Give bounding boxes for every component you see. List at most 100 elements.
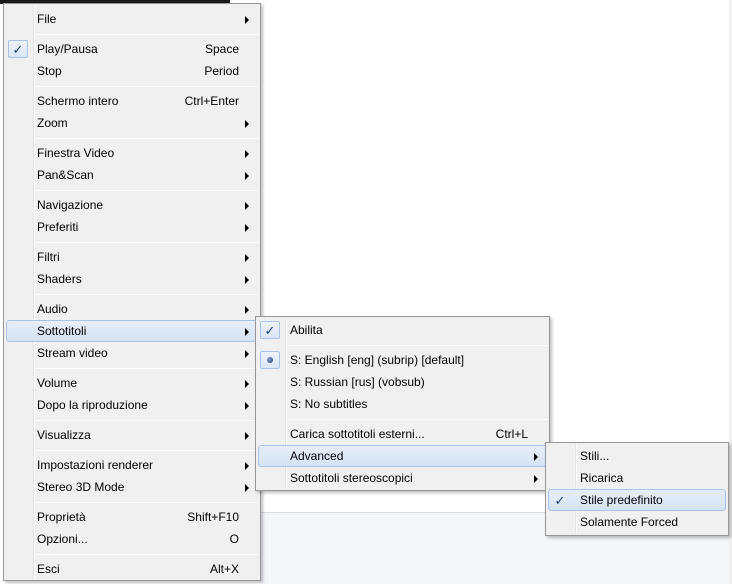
submenu-arrow-icon	[245, 462, 249, 470]
menu-separator	[34, 502, 258, 503]
menu-item-options[interactable]: Opzioni... O	[6, 528, 258, 550]
menu-item-label: Stream video	[37, 346, 108, 360]
advanced-submenu: Stili... Ricarica ✓ Stile predefinito So…	[545, 442, 729, 536]
menu-separator	[34, 86, 258, 87]
submenu-arrow-icon	[245, 432, 249, 440]
menu-item-label: Stili...	[580, 449, 610, 463]
menu-item-reload[interactable]: Ricarica	[548, 467, 726, 489]
menu-item-default-style[interactable]: ✓ Stile predefinito	[548, 489, 726, 511]
menu-item-stereoscopic-subtitles[interactable]: Sottotitoli stereoscopici	[258, 467, 547, 489]
radio-dot-icon	[260, 351, 280, 369]
menu-item-navigation[interactable]: Navigazione	[6, 194, 258, 216]
menu-separator	[34, 368, 258, 369]
menu-item-after-playback[interactable]: Dopo la riproduzione	[6, 394, 258, 416]
menu-item-stop[interactable]: Stop Period	[6, 60, 258, 82]
menu-item-play-pause[interactable]: ✓ Play/Pausa Space	[6, 38, 258, 60]
menu-item-exit[interactable]: Esci Alt+X	[6, 558, 258, 580]
menu-item-label: Solamente Forced	[580, 515, 679, 529]
menu-separator	[34, 34, 258, 35]
menu-item-video-window[interactable]: Finestra Video	[6, 142, 258, 164]
menu-item-shortcut: Ctrl+Enter	[184, 94, 239, 108]
menu-item-label: Zoom	[37, 116, 68, 130]
menu-separator	[34, 190, 258, 191]
menu-item-label: File	[37, 12, 57, 26]
menu-item-label: Navigazione	[37, 198, 104, 212]
menu-item-label: S: Russian [rus] (vobsub)	[290, 375, 425, 389]
menu-item-enable-subtitles[interactable]: ✓ Abilita	[258, 319, 547, 341]
menu-item-load-external-subtitles[interactable]: Carica sottotitoli esterni... Ctrl+L	[258, 423, 547, 445]
menu-item-zoom[interactable]: Zoom	[6, 112, 258, 134]
menu-item-label: Filtri	[37, 250, 60, 264]
menu-item-advanced[interactable]: Advanced	[258, 445, 547, 467]
menu-item-video-stream[interactable]: Stream video	[6, 342, 258, 364]
menu-item-subtitle-english[interactable]: S: English [eng] (subrip) [default]	[258, 349, 547, 371]
menu-item-label: Sottotitoli stereoscopici	[290, 471, 413, 485]
menu-item-file[interactable]: File	[6, 8, 258, 30]
submenu-arrow-icon	[245, 224, 249, 232]
menu-item-pan-scan[interactable]: Pan&Scan	[6, 164, 258, 186]
menu-item-label: Play/Pausa	[37, 42, 98, 56]
submenu-arrow-icon	[245, 328, 249, 336]
menu-item-label: Proprietà	[37, 510, 86, 524]
menu-item-label: Visualizza	[37, 428, 91, 442]
menu-item-label: Stile predefinito	[580, 493, 663, 507]
menu-separator	[34, 138, 258, 139]
submenu-arrow-icon	[245, 16, 249, 24]
submenu-arrow-icon	[245, 150, 249, 158]
checkmark-icon: ✓	[554, 492, 566, 508]
menu-item-view[interactable]: Visualizza	[6, 424, 258, 446]
menu-item-label: Dopo la riproduzione	[37, 398, 148, 412]
submenu-arrow-icon	[245, 120, 249, 128]
menu-item-label: Abilita	[290, 323, 323, 337]
submenu-arrow-icon	[245, 484, 249, 492]
menu-item-properties[interactable]: Proprietà Shift+F10	[6, 506, 258, 528]
menu-separator	[287, 419, 547, 420]
menu-item-styles[interactable]: Stili...	[548, 445, 726, 467]
menu-separator	[34, 294, 258, 295]
menu-item-forced-only[interactable]: Solamente Forced	[548, 511, 726, 533]
menu-separator	[287, 345, 547, 346]
submenu-arrow-icon	[534, 475, 538, 483]
menu-item-label: Stereo 3D Mode	[37, 480, 125, 494]
menu-item-stereo-3d-mode[interactable]: Stereo 3D Mode	[6, 476, 258, 498]
submenu-arrow-icon	[245, 172, 249, 180]
submenu-arrow-icon	[245, 254, 249, 262]
menu-item-favorites[interactable]: Preferiti	[6, 216, 258, 238]
menu-item-label: Volume	[37, 376, 78, 390]
menu-item-shortcut: Space	[204, 42, 239, 56]
menu-item-label: Carica sottotitoli esterni...	[290, 427, 425, 441]
checkmark-icon: ✓	[8, 40, 28, 58]
menu-item-shortcut: O	[229, 532, 239, 546]
menu-item-label: Schermo intero	[37, 94, 119, 108]
menu-item-label: Shaders	[37, 272, 82, 286]
menu-separator	[34, 450, 258, 451]
menu-item-label: Finestra Video	[37, 146, 115, 160]
menu-separator	[34, 242, 258, 243]
menu-item-filters[interactable]: Filtri	[6, 246, 258, 268]
menu-item-renderer-settings[interactable]: Impostazioni renderer	[6, 454, 258, 476]
main-context-menu: File ✓ Play/Pausa Space Stop Period Sche…	[3, 3, 261, 581]
menu-item-subtitle-russian[interactable]: S: Russian [rus] (vobsub)	[258, 371, 547, 393]
menu-item-shaders[interactable]: Shaders	[6, 268, 258, 290]
menu-item-label: S: No subtitles	[290, 397, 368, 411]
menu-item-label: Audio	[37, 302, 68, 316]
submenu-arrow-icon	[534, 453, 538, 461]
menu-item-fullscreen[interactable]: Schermo intero Ctrl+Enter	[6, 90, 258, 112]
menu-item-label: Impostazioni renderer	[37, 458, 154, 472]
menu-item-label: Stop	[37, 64, 62, 78]
menu-item-label: Esci	[37, 562, 60, 576]
menu-item-audio[interactable]: Audio	[6, 298, 258, 320]
menu-item-label: Pan&Scan	[37, 168, 94, 182]
submenu-arrow-icon	[245, 380, 249, 388]
menu-item-subtitles[interactable]: Sottotitoli	[6, 320, 258, 342]
subtitles-submenu: ✓ Abilita S: English [eng] (subrip) [def…	[255, 316, 550, 491]
menu-separator	[34, 554, 258, 555]
submenu-arrow-icon	[245, 202, 249, 210]
menu-item-shortcut: Period	[204, 64, 239, 78]
menu-item-volume[interactable]: Volume	[6, 372, 258, 394]
submenu-arrow-icon	[245, 350, 249, 358]
menu-separator	[34, 420, 258, 421]
menu-item-label: Sottotitoli	[37, 324, 87, 338]
submenu-arrow-icon	[245, 402, 249, 410]
menu-item-subtitle-none[interactable]: S: No subtitles	[258, 393, 547, 415]
